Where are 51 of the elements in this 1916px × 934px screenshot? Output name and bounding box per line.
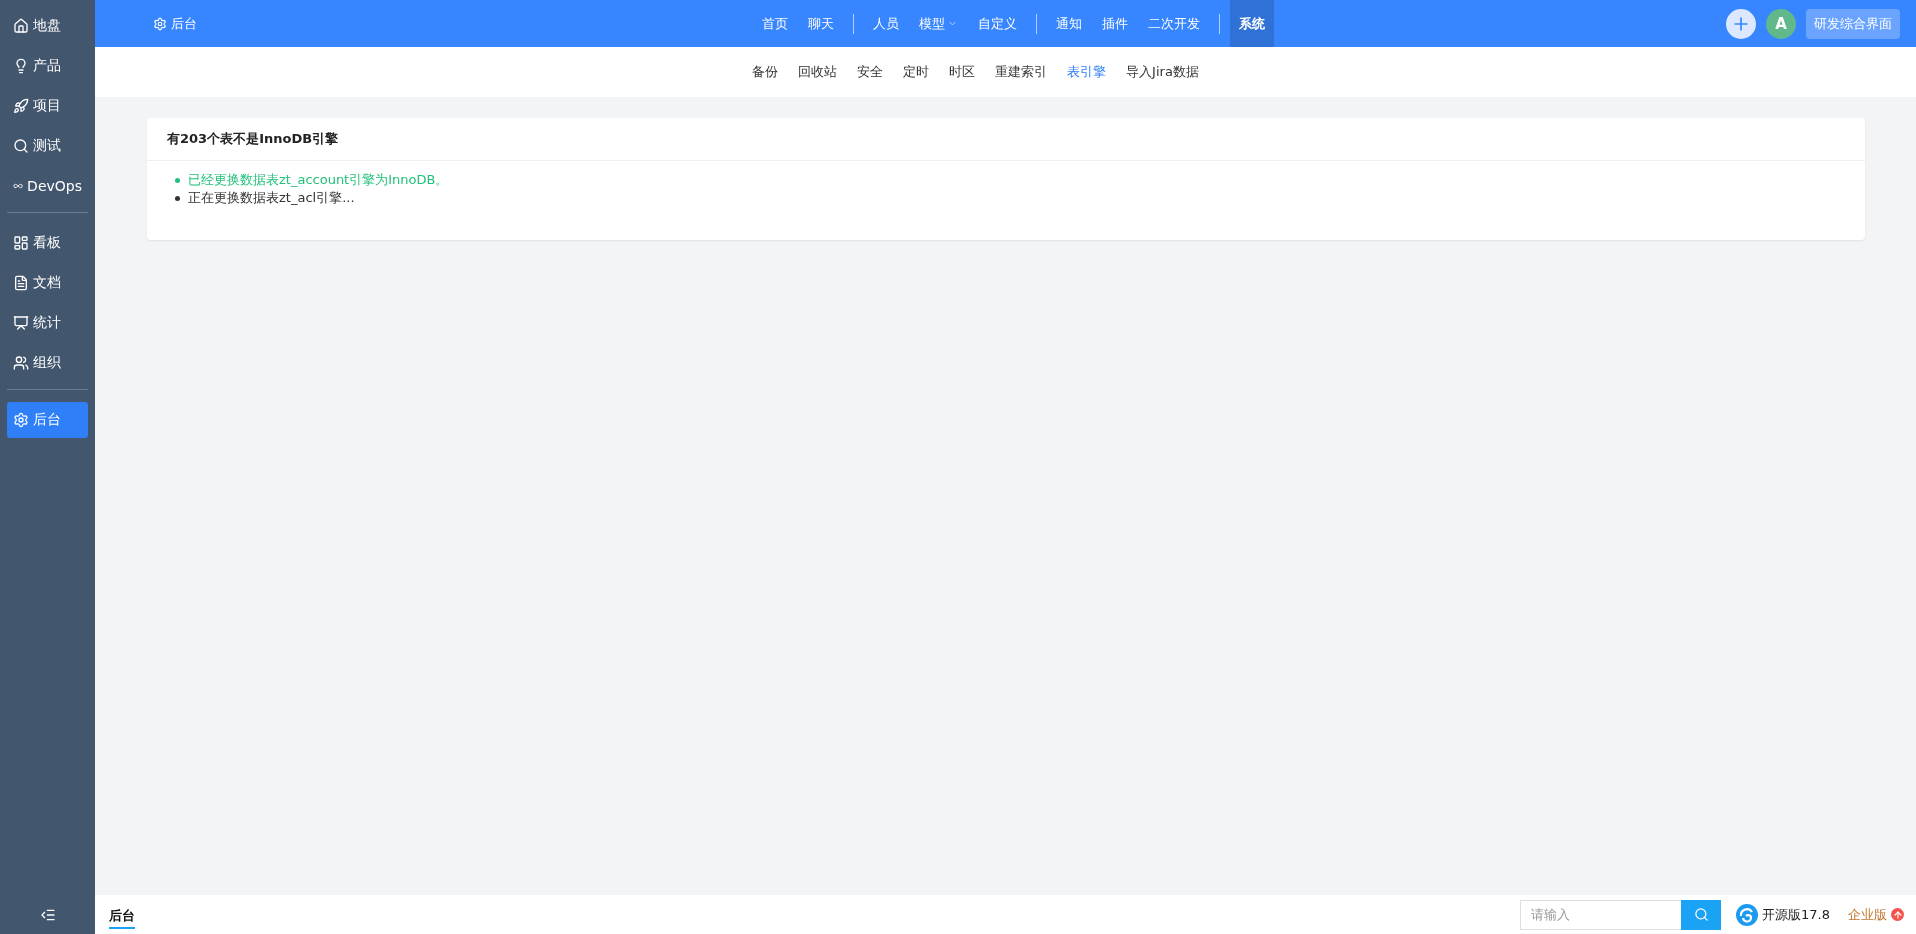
collapse-menu-icon[interactable] [39,907,56,923]
nav-item[interactable]: 系统 [1230,0,1274,47]
nav-item[interactable]: 插件 [1093,0,1137,47]
logo-icon [1735,902,1760,927]
search-icon [1693,907,1709,922]
subnav-tab[interactable]: 安全 [857,63,884,81]
sidebar-item[interactable]: 组织 [7,345,88,381]
settings-icon [13,412,29,428]
add-button[interactable] [1726,8,1756,39]
status-message: 已经更换数据表zt_account引擎为InnoDB。 [188,171,449,189]
panel-title: 有203个表不是InnoDB引擎 [167,130,339,148]
version-label: 开源版17.8 [1762,905,1830,924]
nav-item[interactable]: 通知 [1047,0,1091,47]
sidebar-item[interactable]: DevOps [7,168,88,204]
nav-item[interactable]: 二次开发 [1139,0,1209,47]
chart-icon [13,315,29,331]
subnav-tab[interactable]: 回收站 [798,63,838,81]
subnav-tab[interactable]: 表引擎 [1067,63,1107,81]
breadcrumb-tab[interactable]: 后台 [109,900,135,929]
upgrade-link[interactable]: 企业版 [1848,905,1904,924]
settings-icon [153,16,167,31]
rocket-icon [13,98,29,114]
sidebar-item[interactable]: 产品 [7,48,88,84]
subnav-tab[interactable]: 定时 [903,63,930,81]
users-icon [13,355,29,371]
home-icon [13,18,29,34]
sidebar-item[interactable]: 测试 [7,128,88,164]
nav-item[interactable]: 首页 [753,0,797,47]
nav-item[interactable]: 聊天 [799,0,843,47]
search-field[interactable]: 请输入 [1520,899,1682,930]
sidebar-item[interactable]: 项目 [7,88,88,124]
lightbulb-icon [13,58,29,74]
subnav-tab[interactable]: 备份 [752,63,779,81]
nav-item[interactable]: 人员 [864,0,908,47]
subnav-tab[interactable]: 时区 [949,63,976,81]
sidebar-item[interactable]: 地盘 [7,8,88,44]
search-button[interactable] [1681,899,1722,930]
sidebar-item[interactable]: 文档 [7,265,88,301]
subnav-tab[interactable]: 重建索引 [995,63,1048,81]
board-icon [13,235,29,251]
document-icon [13,275,29,291]
search-icon [13,138,29,154]
nav-item[interactable]: 模型 [910,0,967,47]
sidebar-item[interactable]: 看板 [7,225,88,261]
nav-item[interactable]: 自定义 [969,0,1026,47]
page-title: 后台 [171,14,197,33]
status-message: 正在更换数据表zt_acl引擎... [188,189,355,207]
sidebar-item[interactable]: 统计 [7,305,88,341]
upgrade-icon [1891,908,1904,921]
subnav-tab[interactable]: 导入Jira数据 [1126,63,1199,81]
sidebar-item[interactable]: 后台 [7,402,88,438]
